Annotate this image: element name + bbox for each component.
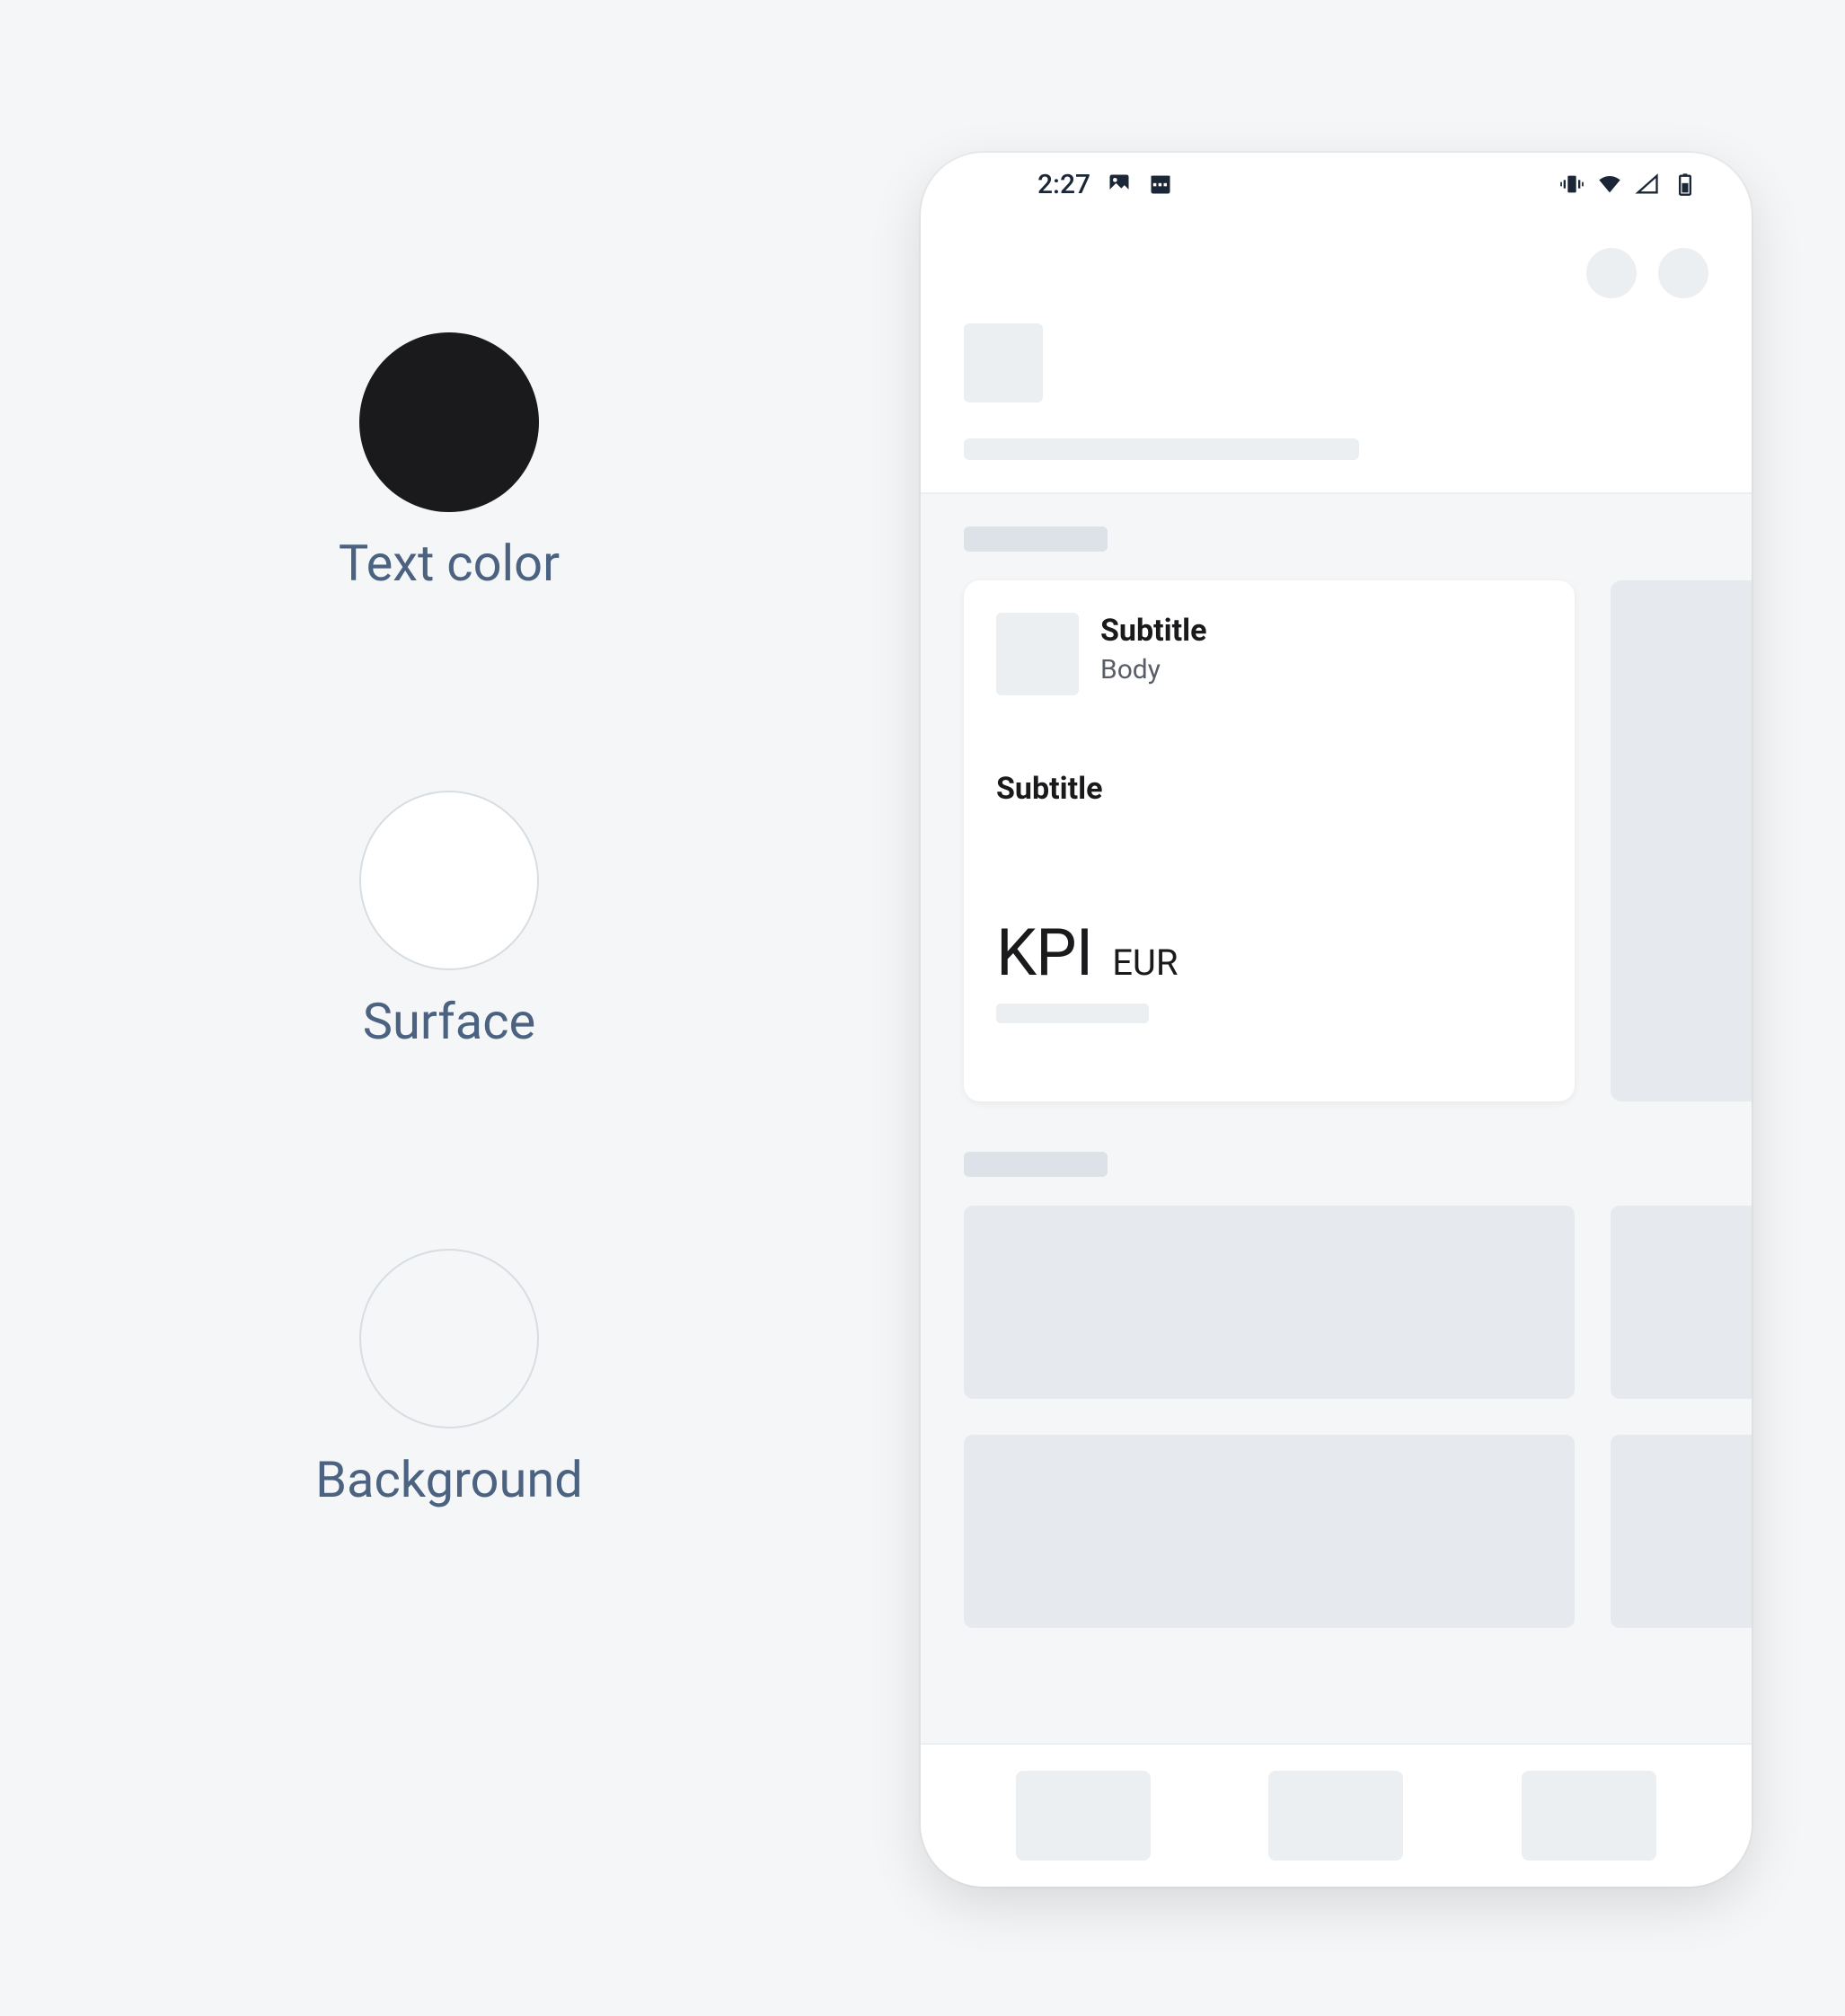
nav-item-placeholder[interactable]	[1522, 1771, 1656, 1861]
card-header: Subtitle Body	[996, 613, 1542, 695]
header-logo-placeholder	[964, 323, 1043, 402]
image-icon	[1107, 172, 1132, 197]
kpi-card[interactable]: Subtitle Body Subtitle KPI EUR	[964, 580, 1575, 1101]
section-label-placeholder	[964, 1152, 1108, 1177]
vibrate-icon	[1559, 172, 1585, 197]
header-action-placeholder[interactable]	[1586, 248, 1637, 298]
status-time: 2:27	[1037, 169, 1090, 200]
phone-mockup: 2:27	[921, 153, 1752, 1887]
swatch-background: Background	[315, 1249, 583, 1509]
card-thumbnail-placeholder	[996, 613, 1079, 695]
swatch-surface: Surface	[359, 791, 539, 1051]
status-right	[1559, 172, 1698, 197]
kpi-value: KPI	[996, 915, 1092, 991]
signal-icon	[1635, 172, 1660, 197]
swatch-circle	[359, 332, 539, 512]
bottom-nav	[921, 1743, 1752, 1887]
swatch-circle	[359, 791, 539, 970]
card-row: Subtitle Body Subtitle KPI EUR	[964, 580, 1752, 1101]
swatch-text-color: Text color	[339, 332, 560, 593]
content-placeholder[interactable]	[1611, 1206, 1752, 1399]
card-peek-placeholder[interactable]	[1611, 580, 1752, 1101]
card-body-text: Body	[1100, 654, 1206, 685]
placeholder-row	[964, 1435, 1752, 1628]
swatch-label: Surface	[363, 992, 535, 1051]
app-body: Subtitle Body Subtitle KPI EUR	[921, 494, 1752, 1743]
app-header	[921, 216, 1752, 494]
header-actions	[964, 248, 1708, 298]
card-subtitle-2: Subtitle	[996, 771, 1542, 807]
swatch-label: Text color	[339, 534, 560, 593]
status-left: 2:27	[1037, 169, 1173, 200]
calendar-icon	[1148, 172, 1173, 197]
content-placeholder[interactable]	[964, 1435, 1575, 1628]
swatch-label: Background	[315, 1450, 583, 1509]
wifi-icon	[1597, 172, 1622, 197]
card-footer-placeholder	[996, 1004, 1149, 1023]
content-placeholder[interactable]	[1611, 1435, 1752, 1628]
swatch-circle	[359, 1249, 539, 1428]
kpi-unit: EUR	[1112, 942, 1178, 984]
battery-icon	[1673, 172, 1698, 197]
placeholder-row	[964, 1206, 1752, 1399]
header-title-placeholder	[964, 438, 1359, 460]
card-subtitle: Subtitle	[1100, 613, 1206, 649]
card-titles: Subtitle Body	[1100, 613, 1206, 695]
header-action-placeholder[interactable]	[1658, 248, 1708, 298]
kpi-row: KPI EUR	[996, 915, 1542, 991]
content-placeholder[interactable]	[964, 1206, 1575, 1399]
status-bar: 2:27	[921, 153, 1752, 216]
nav-item-placeholder[interactable]	[1268, 1771, 1403, 1861]
color-swatches: Text color Surface Background	[269, 332, 629, 1509]
nav-item-placeholder[interactable]	[1016, 1771, 1151, 1861]
section-label-placeholder	[964, 526, 1108, 552]
